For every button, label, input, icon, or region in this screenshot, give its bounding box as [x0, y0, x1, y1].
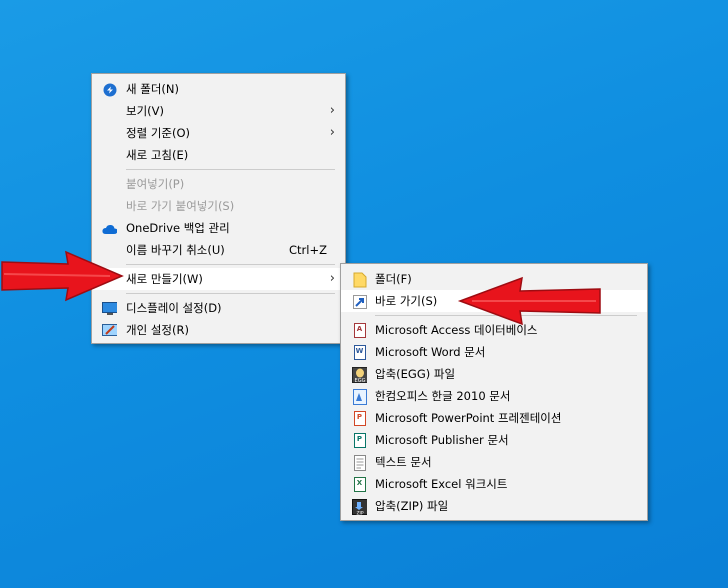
publisher-icon: P — [352, 433, 367, 448]
menu-separator — [126, 169, 335, 170]
menu-item-paste[interactable]: 붙여넣기(P) — [92, 173, 345, 195]
menu-item-label: 디스플레이 설정(D) — [126, 301, 222, 315]
menu-item-new-folder[interactable]: 새 폴더(N) — [92, 78, 345, 100]
menu-separator — [126, 293, 335, 294]
menu-item-refresh[interactable]: 새로 고침(E) — [92, 144, 345, 166]
excel-icon: X — [352, 477, 367, 492]
menu-separator — [126, 264, 335, 265]
egg-archive-icon: EGG — [352, 366, 367, 383]
submenu-item-egg[interactable]: EGG 압축(EGG) 파일 — [341, 363, 647, 385]
submenu-item-powerpoint[interactable]: P Microsoft PowerPoint 프레젠테이션 — [341, 407, 647, 429]
onedrive-cloud-icon — [102, 221, 117, 236]
menu-item-label: 붙여넣기(P) — [126, 177, 185, 191]
zip-archive-icon: ZIP — [352, 498, 367, 515]
menu-item-label: 새 폴더(N) — [126, 82, 179, 96]
menu-item-label: 바로 가기(S) — [375, 294, 438, 308]
access-icon: A — [352, 323, 367, 338]
menu-item-label: 바로 가기 붙여넣기(S) — [126, 199, 235, 213]
menu-item-label: 보기(V) — [126, 104, 164, 118]
submenu-item-excel[interactable]: X Microsoft Excel 워크시트 — [341, 473, 647, 495]
chevron-right-icon: › — [329, 125, 335, 140]
text-document-icon — [352, 454, 367, 471]
menu-item-label: Microsoft Publisher 문서 — [375, 433, 509, 447]
powerpoint-icon: P — [352, 411, 367, 426]
shortcut-icon — [352, 294, 367, 309]
menu-item-label: 개인 설정(R) — [126, 323, 189, 337]
menu-item-label: 이름 바꾸기 취소(U) — [126, 243, 225, 257]
menu-item-label: 정렬 기준(O) — [126, 126, 190, 140]
submenu-item-zip[interactable]: ZIP 압축(ZIP) 파일 — [341, 495, 647, 517]
word-icon: W — [352, 345, 367, 360]
chevron-right-icon: › — [329, 103, 335, 118]
menu-item-display-settings[interactable]: 디스플레이 설정(D) — [92, 297, 345, 319]
red-pointer-arrow-icon — [1, 250, 124, 302]
submenu-item-publisher[interactable]: P Microsoft Publisher 문서 — [341, 429, 647, 451]
menu-item-label: 압축(ZIP) 파일 — [375, 499, 449, 513]
menu-item-view[interactable]: 보기(V) › — [92, 100, 345, 122]
svg-text:ZIP: ZIP — [356, 510, 363, 515]
hwp-icon — [352, 388, 367, 405]
menu-item-undo-rename[interactable]: 이름 바꾸기 취소(U) Ctrl+Z — [92, 239, 345, 261]
submenu-item-hwp[interactable]: 한컴오피스 한글 2010 문서 — [341, 385, 647, 407]
svg-text:EGG: EGG — [355, 378, 366, 383]
submenu-item-word[interactable]: W Microsoft Word 문서 — [341, 341, 647, 363]
menu-item-onedrive-backup[interactable]: OneDrive 백업 관리 — [92, 217, 345, 239]
menu-item-new[interactable]: 새로 만들기(W) › — [92, 268, 345, 290]
menu-item-paste-shortcut[interactable]: 바로 가기 붙여넣기(S) — [92, 195, 345, 217]
menu-item-label: 폴더(F) — [375, 272, 412, 286]
menu-item-label: 압축(EGG) 파일 — [375, 367, 456, 381]
menu-item-personalize[interactable]: 개인 설정(R) — [92, 319, 345, 341]
red-pointer-arrow-icon — [457, 276, 601, 326]
personalize-icon — [102, 323, 117, 338]
desktop-context-menu: 새 폴더(N) 보기(V) › 정렬 기준(O) › 새로 고침(E) 붙여넣기… — [91, 73, 346, 344]
menu-item-label: 새로 고침(E) — [126, 148, 189, 162]
shortcut-label: Ctrl+Z — [289, 243, 327, 257]
display-icon — [102, 301, 117, 316]
menu-item-label: Microsoft Excel 워크시트 — [375, 477, 508, 491]
menu-item-label: Microsoft Word 문서 — [375, 345, 486, 359]
folder-icon — [352, 272, 367, 287]
menu-item-label: 텍스트 문서 — [375, 455, 432, 469]
chevron-right-icon: › — [329, 271, 335, 286]
menu-item-label: OneDrive 백업 관리 — [126, 221, 230, 235]
menu-item-label: 새로 만들기(W) — [126, 272, 203, 286]
menu-item-sort-by[interactable]: 정렬 기준(O) › — [92, 122, 345, 144]
submenu-item-text[interactable]: 텍스트 문서 — [341, 451, 647, 473]
new-folder-icon — [102, 82, 117, 97]
menu-item-label: Microsoft PowerPoint 프레젠테이션 — [375, 411, 562, 425]
menu-item-label: 한컴오피스 한글 2010 문서 — [375, 389, 511, 403]
